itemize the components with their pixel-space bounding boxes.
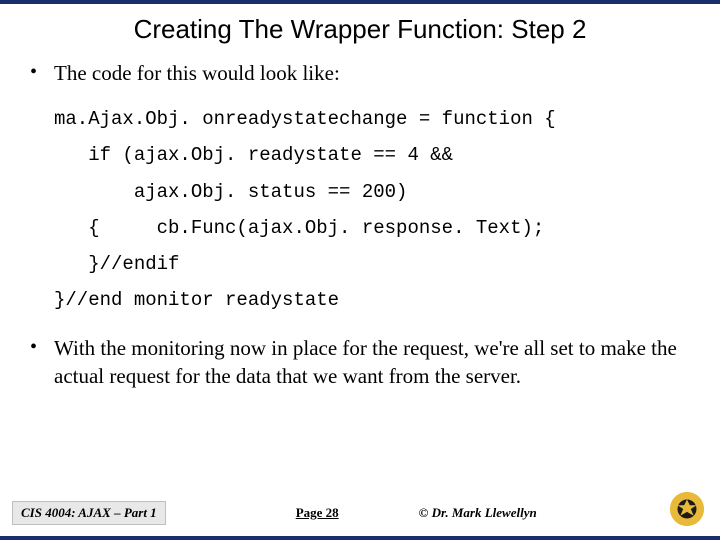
code-line: ma.Ajax.Obj. onreadystatechange = functi… bbox=[54, 108, 556, 130]
bullet-list: With the monitoring now in place for the… bbox=[26, 334, 694, 391]
slide-title: Creating The Wrapper Function: Step 2 bbox=[0, 4, 720, 51]
bullet-list: The code for this would look like: bbox=[26, 59, 694, 87]
ucf-logo-icon bbox=[668, 490, 706, 528]
code-block: ma.Ajax.Obj. onreadystatechange = functi… bbox=[26, 101, 694, 318]
bullet-item: The code for this would look like: bbox=[26, 59, 694, 87]
copyright: © Dr. Mark Llewellyn bbox=[419, 505, 537, 521]
slide-footer: CIS 4004: AJAX – Part 1 Page 28 © Dr. Ma… bbox=[0, 496, 720, 530]
course-label: CIS 4004: AJAX – Part 1 bbox=[12, 501, 166, 525]
code-line: { cb.Func(ajax.Obj. response. Text); bbox=[54, 217, 544, 239]
slide-body: The code for this would look like: ma.Aj… bbox=[0, 59, 720, 391]
slide: Creating The Wrapper Function: Step 2 Th… bbox=[0, 0, 720, 540]
page-number: Page 28 bbox=[296, 505, 339, 521]
code-line: ajax.Obj. status == 200) bbox=[54, 181, 407, 203]
code-line: if (ajax.Obj. readystate == 4 && bbox=[54, 144, 453, 166]
code-line: }//end monitor readystate bbox=[54, 289, 339, 311]
code-line: }//endif bbox=[54, 253, 179, 275]
bullet-item: With the monitoring now in place for the… bbox=[26, 334, 694, 391]
